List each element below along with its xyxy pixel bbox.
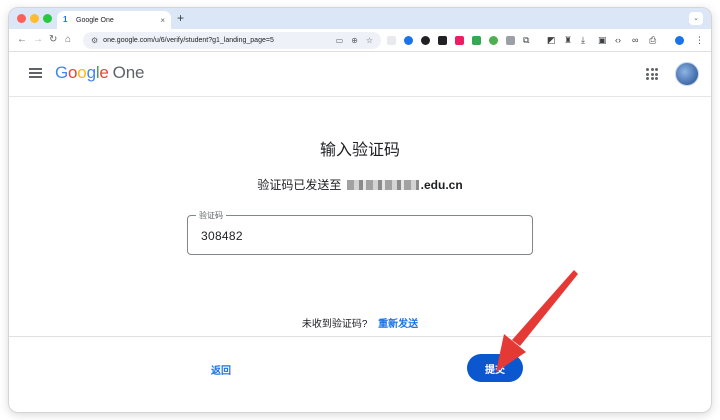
extensions-icon[interactable]: ⧉ — [523, 34, 529, 46]
app-header: Google One — [9, 53, 711, 97]
field-label: 验证码 — [196, 210, 226, 221]
verification-code-field[interactable]: 验证码 308482 — [187, 210, 533, 255]
extension-green-icon[interactable] — [472, 36, 481, 45]
footer-divider — [9, 336, 711, 337]
new-tab-button[interactable]: + — [177, 11, 184, 25]
screenshot-icon[interactable]: ◩ — [547, 34, 556, 46]
zoom-icon[interactable]: ⊕ — [351, 36, 358, 45]
page-title: 输入验证码 — [319, 142, 400, 159]
sent-prefix: 验证码已发送至 — [257, 178, 342, 192]
cast-icon[interactable]: ▭ — [336, 36, 344, 45]
google-one-logo[interactable]: Google One — [55, 63, 144, 83]
resend-link[interactable]: 重新发送 — [378, 319, 418, 330]
forward-icon[interactable]: → — [33, 34, 43, 46]
downloads-icon[interactable]: ⤓ — [581, 34, 585, 46]
main-menu-icon[interactable] — [29, 68, 42, 78]
resend-prompt: 未收到验证码? — [301, 319, 368, 330]
code-icon[interactable]: ‹› — [615, 34, 621, 46]
close-window-button[interactable] — [17, 14, 26, 23]
tab-google-one[interactable]: 1 Google One × — [57, 11, 171, 29]
redacted-email — [346, 180, 419, 190]
submit-button[interactable]: 提交 — [467, 354, 523, 382]
incognito-icon[interactable]: ♜ — [564, 34, 572, 46]
resend-row: 未收到验证码? 重新发送 — [9, 315, 711, 330]
tab-search-chevron-icon[interactable]: ⌄ — [689, 12, 703, 25]
print-icon[interactable]: ⎙ — [649, 34, 656, 46]
back-icon[interactable]: ← — [17, 34, 27, 46]
site-info-icon[interactable]: ⚙ — [91, 36, 98, 45]
field-value[interactable]: 308482 — [201, 229, 243, 243]
minimize-window-button[interactable] — [30, 14, 39, 23]
extension-gray-icon[interactable] — [506, 36, 515, 45]
extension-pink-icon[interactable] — [455, 36, 464, 45]
url-text: one.google.com/u/6/verify/student?g1_lan… — [103, 37, 274, 44]
google-one-favicon-icon: 1 — [63, 15, 68, 24]
extension-blue-icon[interactable] — [404, 36, 413, 45]
maximize-window-button[interactable] — [43, 14, 52, 23]
extension-dark-icon[interactable] — [438, 36, 447, 45]
reload-icon[interactable]: ↻ — [49, 34, 57, 46]
address-bar[interactable]: ⚙ one.google.com/u/6/verify/student?g1_l… — [83, 32, 381, 49]
star-icon[interactable]: ☆ — [366, 36, 373, 45]
browser-toolbar: ← → ↻ ⌂ ⚙ one.google.com/u/6/verify/stud… — [9, 29, 711, 52]
email-domain: .edu.cn — [420, 178, 463, 192]
screen-icon[interactable]: ▣ — [598, 34, 607, 46]
more-icon[interactable]: ⋮ — [695, 34, 704, 46]
sent-to-text: 验证码已发送至 .edu.cn — [9, 176, 711, 193]
extension-badge-icon[interactable] — [489, 36, 498, 45]
home-icon[interactable]: ⌂ — [65, 34, 71, 46]
google-apps-icon[interactable] — [646, 68, 658, 80]
extension-block-icon[interactable] — [421, 36, 430, 45]
reader-icon[interactable] — [387, 36, 396, 45]
avatar[interactable] — [675, 62, 699, 86]
tab-title: Google One — [76, 16, 114, 24]
profile-icon[interactable] — [675, 36, 684, 45]
link-icon[interactable]: ∞ — [632, 34, 638, 46]
back-button[interactable]: 返回 — [211, 362, 231, 377]
tab-close-icon[interactable]: × — [160, 16, 165, 25]
tab-strip: 1 Google One × + ⌄ — [9, 8, 711, 29]
browser-window: 1 Google One × + ⌄ ← → ↻ ⌂ ⚙ one.google.… — [9, 8, 711, 412]
